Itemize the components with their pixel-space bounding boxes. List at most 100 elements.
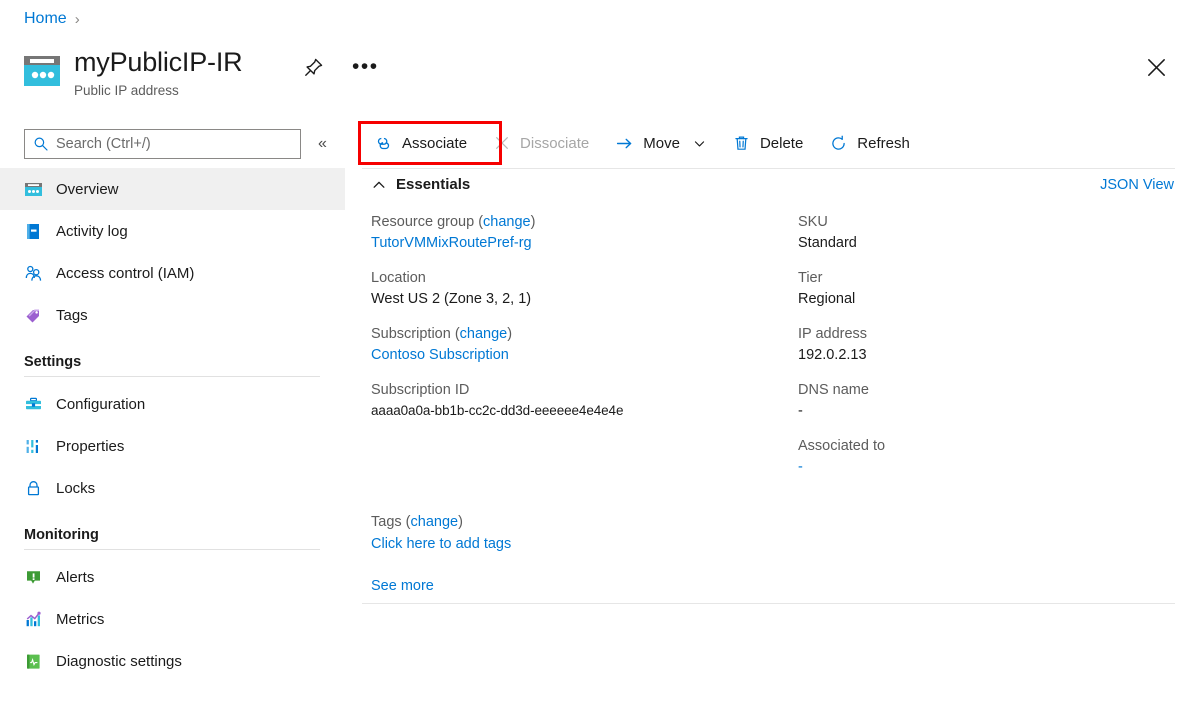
field-label: Tier — [798, 270, 823, 287]
sidebar-item-label: Access control (IAM) — [56, 264, 195, 282]
sidebar-item-access-control[interactable]: Access control (IAM) — [0, 252, 345, 294]
sidebar-item-label: Tags — [56, 306, 88, 324]
pin-icon[interactable] — [300, 54, 326, 80]
move-arrow-icon — [617, 138, 632, 148]
field-resource-group: Resource group (change) TutorVMMixRouteP… — [371, 212, 771, 254]
subscription-value[interactable]: Contoso Subscription — [371, 345, 771, 366]
chevron-up-icon — [373, 181, 385, 188]
search-icon — [34, 137, 48, 151]
sidebar-item-label: Configuration — [56, 395, 146, 413]
close-icon[interactable] — [1142, 53, 1170, 81]
refresh-label: Refresh — [857, 134, 910, 152]
add-tags-link[interactable]: Click here to add tags — [371, 534, 511, 556]
sidebar-item-label: Locks — [56, 479, 96, 497]
sku-value: Standard — [798, 235, 857, 252]
field-label: DNS name — [798, 382, 869, 399]
trash-icon — [735, 136, 748, 150]
essentials-toggle[interactable]: Essentials — [372, 176, 470, 193]
see-more-link[interactable]: See more — [371, 578, 434, 594]
field-dns-name: DNS name - — [798, 380, 1128, 422]
resource-group-value[interactable]: TutorVMMixRoutePref-rg — [371, 233, 771, 254]
content-bottom-divider — [362, 603, 1175, 604]
sidebar-item-locks[interactable]: Locks — [0, 467, 345, 509]
move-label: Move — [643, 134, 680, 152]
field-sku: SKU Standard — [798, 212, 1128, 254]
tags-key-text: Tags — [371, 514, 402, 530]
essentials-right-column: SKU Standard Tier Regional IP address 19… — [798, 212, 1128, 492]
field-associated-to: Associated to - — [798, 436, 1128, 478]
associated-to-value[interactable]: - — [798, 457, 1128, 478]
locks-icon — [24, 479, 43, 498]
command-toolbar: Associate Dissociate Move Delete Refresh — [362, 126, 924, 160]
title-actions: ••• — [300, 54, 379, 80]
sidebar-item-tags[interactable]: Tags — [0, 294, 345, 336]
sidebar-item-alerts[interactable]: Alerts — [0, 556, 345, 598]
sidebar-search: Search (Ctrl+/) « — [24, 129, 330, 159]
subscription-change-link[interactable]: change — [460, 326, 508, 342]
field-key-text: Resource group — [371, 214, 475, 230]
sidebar-section-settings-title: Settings — [24, 354, 82, 370]
resource-type-label: Public IP address — [74, 83, 179, 99]
azure-portal-public-ip-overview: Home › myPublicIP-IR Public IP address •… — [0, 0, 1200, 702]
sidebar-item-label: Alerts — [56, 568, 95, 586]
more-options-icon[interactable]: ••• — [352, 56, 379, 77]
json-view-link[interactable]: JSON View — [1100, 177, 1174, 193]
sidebar-item-label: Activity log — [56, 222, 128, 240]
sidebar-item-configuration[interactable]: Configuration — [0, 383, 345, 425]
dns-name-value: - — [798, 403, 803, 420]
resource-group-change-link[interactable]: change — [483, 214, 531, 230]
ip-address-value: 192.0.2.13 — [798, 347, 867, 364]
alerts-icon — [24, 568, 43, 587]
associate-label: Associate — [402, 134, 468, 152]
breadcrumb-separator-icon: › — [74, 10, 80, 28]
dissociate-label: Dissociate — [520, 134, 590, 152]
field-key-text: Subscription — [371, 326, 451, 343]
associate-button[interactable]: Associate — [362, 129, 481, 158]
field-subscription: Subscription (change) Contoso Subscripti… — [371, 324, 771, 366]
sidebar-item-activity-log[interactable]: Activity log — [0, 210, 345, 252]
move-button[interactable]: Move — [603, 129, 720, 158]
public-ip-address-icon — [24, 180, 43, 199]
tier-value: Regional — [798, 291, 856, 308]
breadcrumb-home[interactable]: Home — [24, 10, 67, 28]
dissociate-x-icon — [496, 137, 508, 149]
essentials-label: Essentials — [396, 176, 471, 193]
sidebar-item-diagnostic-settings[interactable]: Diagnostic settings — [0, 640, 345, 682]
field-label: IP address — [798, 326, 868, 343]
delete-button[interactable]: Delete — [720, 129, 817, 158]
delete-label: Delete — [759, 134, 804, 152]
toolbar-divider — [362, 168, 1175, 169]
field-label: Location — [371, 270, 426, 287]
activity-log-icon — [24, 222, 43, 241]
sidebar-section-divider — [24, 376, 320, 377]
sidebar-item-label: Metrics — [56, 610, 105, 628]
search-placeholder: Search (Ctrl+/) — [56, 136, 151, 152]
location-value: West US 2 (Zone 3, 2, 1) — [371, 291, 532, 308]
search-input[interactable]: Search (Ctrl+/) — [24, 129, 301, 159]
diagnostic-settings-icon — [24, 652, 43, 671]
sidebar-item-properties[interactable]: Properties — [0, 425, 345, 467]
tags-change-link[interactable]: change — [411, 514, 459, 530]
chevron-down-icon — [694, 140, 705, 147]
subscription-id-value: aaaa0a0a-bb1b-cc2c-dd3d-eeeeee4e4e4e — [371, 403, 624, 419]
field-label: Associated to — [798, 438, 886, 455]
field-subscription-id: Subscription ID aaaa0a0a-bb1b-cc2c-dd3d-… — [371, 380, 771, 421]
field-tier: Tier Regional — [798, 268, 1128, 310]
sidebar-item-overview[interactable]: Overview — [0, 168, 345, 210]
page-title: myPublicIP-IR — [74, 47, 243, 77]
configuration-icon — [24, 395, 43, 414]
sidebar-section-monitoring-title: Monitoring — [24, 527, 99, 543]
field-label: Subscription (change) — [371, 326, 513, 343]
sidebar: Overview Activity log Access control (IA… — [0, 168, 345, 702]
tags-icon — [24, 306, 43, 325]
collapse-sidebar-icon[interactable]: « — [315, 135, 330, 153]
access-control-icon — [24, 264, 43, 283]
properties-icon — [24, 437, 43, 456]
sidebar-item-metrics[interactable]: Metrics — [0, 598, 345, 640]
field-label: Subscription ID — [371, 382, 470, 399]
field-ip-address: IP address 192.0.2.13 — [798, 324, 1128, 366]
sidebar-item-label: Properties — [56, 437, 125, 455]
refresh-button[interactable]: Refresh — [817, 129, 924, 158]
sidebar-section-divider — [24, 549, 320, 550]
sidebar-item-label: Overview — [56, 180, 119, 198]
